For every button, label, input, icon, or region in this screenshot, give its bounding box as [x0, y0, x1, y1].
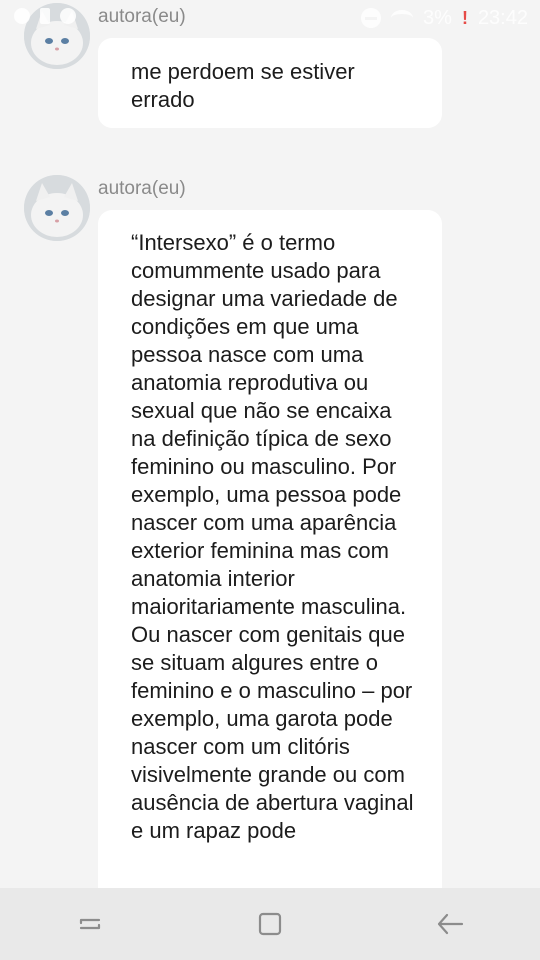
notification-icon	[14, 8, 30, 24]
home-button[interactable]	[250, 904, 290, 944]
message-text: “Intersexo” é o termo comummente usado p…	[131, 230, 414, 843]
message-bubble[interactable]: “Intersexo” é o termo comummente usado p…	[98, 210, 442, 930]
recent-apps-button[interactable]	[70, 904, 110, 944]
message-text: me perdoem se estiver errado	[131, 59, 355, 112]
home-icon	[258, 912, 282, 936]
battery-level: 3%	[423, 6, 452, 29]
clock: 23:42	[477, 6, 528, 29]
alert-icon: !	[461, 7, 468, 28]
wifi-icon	[391, 10, 414, 26]
status-right-icons: 3% ! 23:42	[361, 7, 528, 30]
message-bubble[interactable]: me perdoem se estiver errado	[98, 38, 442, 128]
battery-alert-icon	[40, 8, 50, 24]
author-name[interactable]: autora(eu)	[98, 178, 186, 200]
status-left-icons	[14, 8, 76, 24]
status-bar: 3% ! 23:42	[0, 0, 540, 36]
cat-avatar-icon	[24, 175, 90, 241]
recent-apps-icon	[79, 918, 101, 930]
back-button[interactable]	[430, 904, 470, 944]
chat-icon	[60, 8, 76, 24]
navigation-bar	[0, 888, 540, 960]
do-not-disturb-icon	[361, 8, 382, 28]
avatar[interactable]	[24, 175, 90, 241]
back-arrow-icon	[437, 913, 464, 935]
